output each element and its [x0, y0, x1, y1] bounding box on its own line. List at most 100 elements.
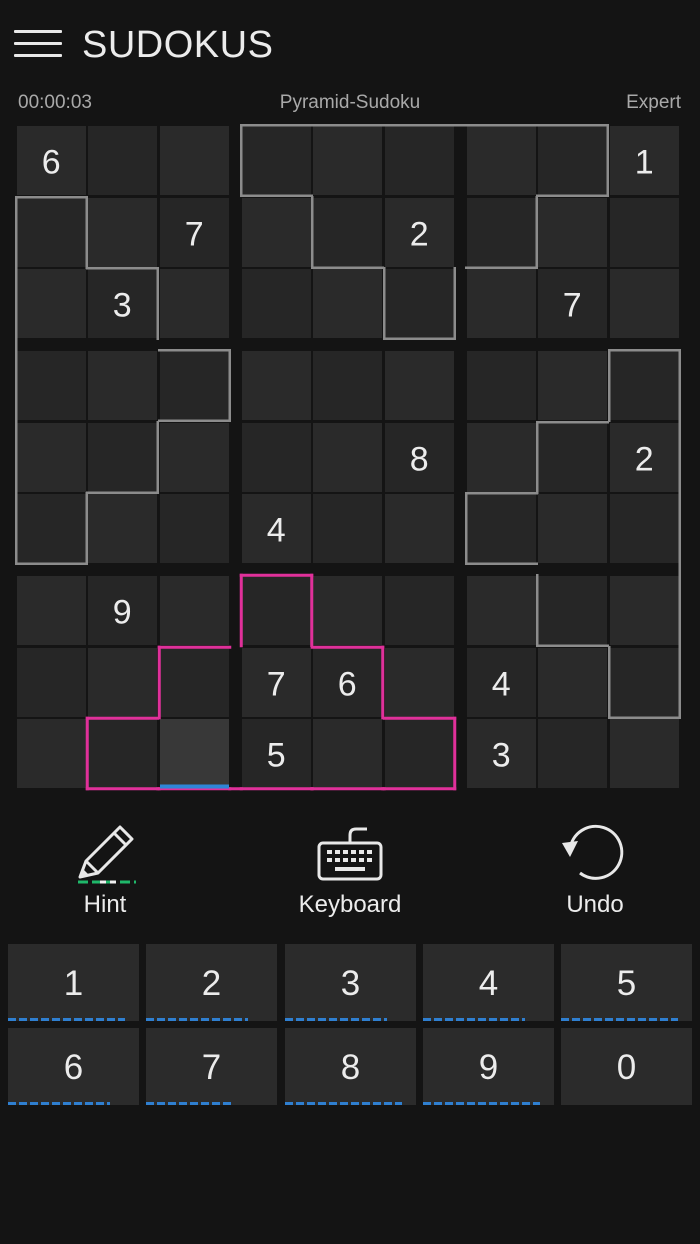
- sudoku-cell[interactable]: [313, 269, 382, 338]
- keypad-key-9[interactable]: 9: [423, 1028, 554, 1105]
- sudoku-cell[interactable]: [17, 126, 86, 195]
- sudoku-cell[interactable]: [538, 269, 607, 338]
- sudoku-cell[interactable]: [160, 719, 229, 788]
- sudoku-cell[interactable]: [17, 719, 86, 788]
- keypad-key-4[interactable]: 4: [423, 944, 554, 1021]
- keypad-key-6[interactable]: 6: [8, 1028, 139, 1105]
- sudoku-cell[interactable]: [242, 648, 311, 717]
- sudoku-cell[interactable]: [242, 576, 311, 645]
- sudoku-cell[interactable]: [88, 423, 157, 492]
- sudoku-cell[interactable]: [610, 576, 679, 645]
- undo-button[interactable]: Undo: [505, 815, 685, 930]
- sudoku-cell[interactable]: [242, 719, 311, 788]
- keypad-key-7[interactable]: 7: [146, 1028, 277, 1105]
- sudoku-cell[interactable]: [538, 719, 607, 788]
- keypad-key-3[interactable]: 3: [285, 944, 416, 1021]
- sudoku-cell[interactable]: [467, 351, 536, 420]
- sudoku-cell[interactable]: [88, 719, 157, 788]
- sudoku-cell[interactable]: [385, 423, 454, 492]
- sudoku-cell[interactable]: [610, 494, 679, 563]
- sudoku-cell[interactable]: [467, 648, 536, 717]
- sudoku-cell[interactable]: [160, 648, 229, 717]
- keypad-key-label: 8: [340, 1048, 361, 1087]
- sudoku-cell[interactable]: [313, 719, 382, 788]
- sudoku-cell[interactable]: [467, 269, 536, 338]
- sudoku-cell[interactable]: [610, 648, 679, 717]
- sudoku-cell[interactable]: [242, 269, 311, 338]
- keypad-key-label: 5: [616, 964, 637, 1003]
- sudoku-cell[interactable]: [88, 494, 157, 563]
- sudoku-cell[interactable]: [160, 351, 229, 420]
- sudoku-cell[interactable]: [610, 198, 679, 267]
- sudoku-cell[interactable]: [467, 494, 536, 563]
- sudoku-cell[interactable]: [88, 351, 157, 420]
- sudoku-cell[interactable]: [160, 198, 229, 267]
- sudoku-cell[interactable]: [242, 198, 311, 267]
- sudoku-cell[interactable]: [242, 494, 311, 563]
- sudoku-cell[interactable]: [17, 351, 86, 420]
- sudoku-cell[interactable]: [385, 269, 454, 338]
- sudoku-cell[interactable]: [160, 494, 229, 563]
- sudoku-cell[interactable]: [467, 576, 536, 645]
- keypad-key-1[interactable]: 1: [8, 944, 139, 1021]
- sudoku-cell[interactable]: [160, 423, 229, 492]
- sudoku-cell[interactable]: [610, 351, 679, 420]
- sudoku-cell[interactable]: [385, 126, 454, 195]
- sudoku-cell[interactable]: [88, 126, 157, 195]
- keypad-key-2[interactable]: 2: [146, 944, 277, 1021]
- sudoku-cell[interactable]: [17, 423, 86, 492]
- sudoku-cell[interactable]: [385, 494, 454, 563]
- remaining-count-bar: [423, 1018, 525, 1021]
- hint-button[interactable]: Hint: [15, 815, 195, 930]
- undo-label: Undo: [566, 891, 624, 918]
- sudoku-cell[interactable]: [17, 269, 86, 338]
- sudoku-cell[interactable]: [538, 576, 607, 645]
- sudoku-cell[interactable]: [610, 126, 679, 195]
- sudoku-cell[interactable]: [538, 351, 607, 420]
- sudoku-cell[interactable]: [538, 648, 607, 717]
- sudoku-cell[interactable]: [313, 126, 382, 195]
- sudoku-cell[interactable]: [17, 576, 86, 645]
- sudoku-cell[interactable]: [313, 423, 382, 492]
- undo-icon: [562, 824, 624, 880]
- sudoku-cell[interactable]: [88, 576, 157, 645]
- sudoku-cell[interactable]: [313, 351, 382, 420]
- sudoku-cell[interactable]: [242, 126, 311, 195]
- sudoku-cell[interactable]: [88, 648, 157, 717]
- sudoku-cell[interactable]: [385, 719, 454, 788]
- sudoku-cell[interactable]: [17, 198, 86, 267]
- sudoku-cell[interactable]: [610, 423, 679, 492]
- sudoku-cell[interactable]: [610, 269, 679, 338]
- sudoku-cell[interactable]: [467, 198, 536, 267]
- sudoku-cell[interactable]: [467, 719, 536, 788]
- sudoku-cell[interactable]: [160, 269, 229, 338]
- keyboard-button[interactable]: Keyboard: [260, 815, 440, 930]
- sudoku-cell[interactable]: [538, 423, 607, 492]
- sudoku-cell[interactable]: [385, 648, 454, 717]
- sudoku-cell[interactable]: [313, 198, 382, 267]
- sudoku-cell[interactable]: [242, 351, 311, 420]
- sudoku-cell[interactable]: [385, 576, 454, 645]
- sudoku-cell[interactable]: [242, 423, 311, 492]
- sudoku-cell[interactable]: [538, 198, 607, 267]
- sudoku-cell[interactable]: [467, 126, 536, 195]
- sudoku-cell[interactable]: [538, 126, 607, 195]
- sudoku-cell[interactable]: [17, 494, 86, 563]
- sudoku-cell[interactable]: [385, 351, 454, 420]
- sudoku-cell[interactable]: [160, 576, 229, 645]
- sudoku-cell[interactable]: [88, 269, 157, 338]
- sudoku-cell[interactable]: [88, 198, 157, 267]
- sudoku-cell[interactable]: [160, 126, 229, 195]
- keypad-key-5[interactable]: 5: [561, 944, 692, 1021]
- sudoku-cell[interactable]: [385, 198, 454, 267]
- sudoku-cell[interactable]: [610, 719, 679, 788]
- keypad-key-0[interactable]: 0: [561, 1028, 692, 1105]
- keypad-key-8[interactable]: 8: [285, 1028, 416, 1105]
- sudoku-cell[interactable]: [538, 494, 607, 563]
- sudoku-cell[interactable]: [467, 423, 536, 492]
- keypad-key-label: 4: [478, 964, 499, 1003]
- sudoku-cell[interactable]: [313, 576, 382, 645]
- sudoku-cell[interactable]: [313, 494, 382, 563]
- sudoku-cell[interactable]: [17, 648, 86, 717]
- sudoku-cell[interactable]: [313, 648, 382, 717]
